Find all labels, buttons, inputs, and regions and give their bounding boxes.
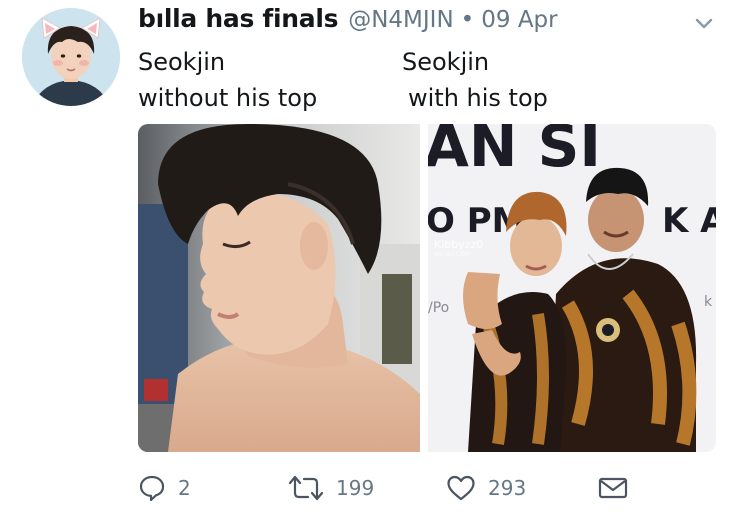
caption-left: Seokjin without his top — [138, 44, 317, 116]
speech-bubble-icon — [139, 475, 165, 502]
separator-dot: • — [460, 7, 475, 33]
like-count: 293 — [488, 476, 527, 500]
sign-text: /Po — [428, 300, 449, 316]
photo-shirtless-profile — [138, 124, 420, 452]
avatar-image — [22, 8, 120, 106]
watermark-subtext: WEIBO.COM — [434, 251, 470, 258]
caption-left-line1: Seokjin — [138, 48, 226, 76]
tweet-card[interactable]: bılla has finals @N4MJIN • 09 Apr Seokji… — [0, 0, 736, 522]
direct-message-button[interactable] — [598, 468, 628, 508]
retweet-arrows-icon — [288, 475, 324, 501]
like-button[interactable]: 293 — [446, 468, 526, 508]
retweet-button[interactable]: 199 — [288, 468, 374, 508]
watermark-text: Kibbyzz0 — [434, 238, 483, 251]
caption-right-line2: with his top — [408, 84, 548, 112]
tweet-actions: 2 199 293 — [0, 468, 736, 508]
reply-button[interactable]: 2 — [138, 468, 191, 508]
caption-right: Seokjin with his top — [402, 44, 548, 116]
photo-two-members-backdrop: AN SI O PM K A /Po k Kibbyzz0 WEIBO.COM — [428, 124, 716, 452]
reply-count: 2 — [178, 476, 191, 500]
envelope-icon — [598, 477, 628, 499]
retweet-count: 199 — [336, 476, 375, 500]
avatar[interactable] — [22, 8, 120, 106]
banner-text-top: AN SI — [428, 124, 601, 180]
chevron-down-icon[interactable] — [692, 14, 716, 34]
caption-right-line1: Seokjin — [402, 48, 490, 76]
heart-outline-icon — [447, 475, 475, 501]
banner-text-right: K A — [662, 201, 716, 241]
user-handle[interactable]: @N4MJIN — [348, 7, 453, 33]
tweet-header: bılla has finals @N4MJIN • 09 Apr — [138, 4, 558, 44]
photo-left[interactable] — [138, 124, 420, 452]
caption-left-line2: without his top — [138, 84, 318, 112]
tweet-date[interactable]: 09 Apr — [481, 7, 557, 33]
display-name[interactable]: bılla has finals — [138, 4, 339, 33]
sign-text-right: k — [704, 294, 713, 310]
photo-right[interactable]: AN SI O PM K A /Po k Kibbyzz0 WEIBO.COM — [428, 124, 716, 452]
